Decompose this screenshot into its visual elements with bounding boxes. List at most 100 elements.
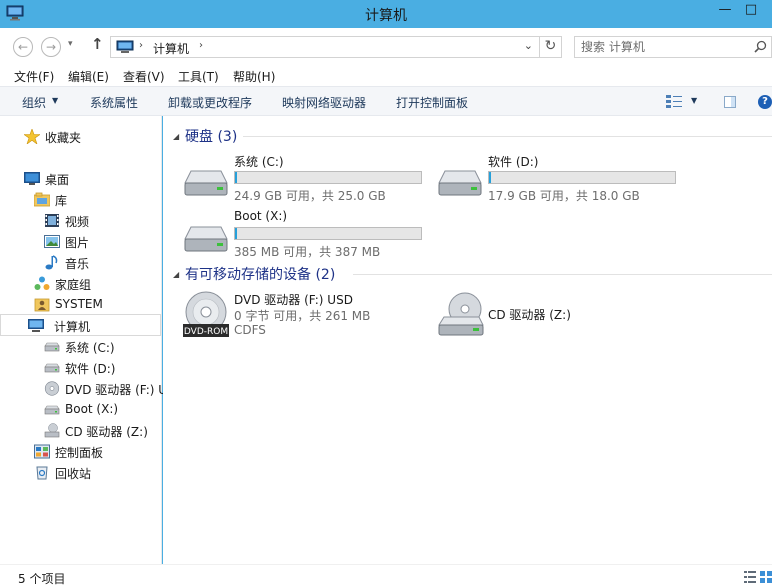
user-folder-icon <box>34 298 50 312</box>
hard-drive-icon <box>44 342 60 352</box>
minimize-button[interactable]: — <box>712 0 738 22</box>
organize-dropdown-arrow[interactable]: ▼ <box>52 96 58 105</box>
drive-name: CD 驱动器 (Z:) <box>488 308 571 322</box>
forward-button[interactable]: → <box>41 37 61 57</box>
nav-label: 视频 <box>65 215 90 229</box>
nav-drive-d[interactable]: 软件 (D:) <box>0 357 161 378</box>
nav-label: 音乐 <box>65 257 90 271</box>
drive-name: Boot (X:) <box>234 209 288 223</box>
address-dropdown-button[interactable]: ⌄ <box>524 39 533 52</box>
drive-name: 软件 (D:) <box>488 155 539 169</box>
organize-button[interactable]: 组织 <box>22 94 46 111</box>
nav-pictures[interactable]: 图片 <box>0 231 161 252</box>
menu-tools[interactable]: 工具(T) <box>178 68 219 85</box>
maximize-button[interactable]: □ <box>738 0 764 22</box>
capacity-bar <box>234 171 422 184</box>
nav-drive-x[interactable]: Boot (X:) <box>0 399 161 420</box>
menu-bar: 文件(F) 编辑(E) 查看(V) 工具(T) 帮助(H) <box>0 64 772 86</box>
nav-label: 家庭组 <box>55 278 92 292</box>
computer-icon <box>116 40 134 53</box>
search-icon[interactable] <box>754 40 767 53</box>
drive-space-text: 24.9 GB 可用，共 25.0 GB <box>234 189 386 203</box>
capacity-bar <box>234 227 422 240</box>
group-hard-disks[interactable]: ◢ 硬盘 (3) <box>163 126 772 146</box>
control-panel-icon <box>34 444 50 459</box>
video-icon <box>45 214 59 227</box>
desktop-icon <box>24 172 40 185</box>
nav-computer[interactable]: 计算机 <box>0 314 161 336</box>
command-bar: 组织 ▼ 系统属性 卸载或更改程序 映射网络驱动器 打开控制面板 ▼ ? <box>0 86 772 116</box>
homegroup-icon <box>34 276 50 290</box>
nav-label: 图片 <box>65 236 90 250</box>
hard-drive-icon <box>438 170 482 196</box>
preview-pane-icon[interactable] <box>724 96 736 108</box>
nav-label: Boot (X:) <box>65 402 119 416</box>
system-properties-button[interactable]: 系统属性 <box>90 94 138 111</box>
map-network-drive-button[interactable]: 映射网络驱动器 <box>282 94 366 111</box>
nav-label: 收藏夹 <box>45 131 82 145</box>
drive-filesystem: CDFS <box>234 323 266 337</box>
breadcrumb-computer[interactable]: 计算机 <box>153 40 189 57</box>
nav-label: SYSTEM <box>55 297 103 311</box>
drive-space-text: 17.9 GB 可用，共 18.0 GB <box>488 189 640 203</box>
menu-help[interactable]: 帮助(H) <box>233 68 275 85</box>
content-area: ◢ 硬盘 (3) 系统 (C:) 24.9 GB 可用，共 25.0 GB 软件… <box>163 116 772 564</box>
drive-tile-f[interactable]: DVD-ROM DVD 驱动器 (F:) USD 0 字节 可用，共 261 M… <box>181 291 441 341</box>
search-box[interactable] <box>574 36 772 58</box>
group-divider <box>353 274 772 275</box>
library-icon <box>34 192 50 207</box>
recent-locations-button[interactable]: ▾ <box>68 39 73 49</box>
star-icon <box>24 129 40 144</box>
breadcrumb-separator[interactable]: › <box>139 40 143 51</box>
refresh-button[interactable]: ↻ <box>539 37 561 57</box>
details-view-icon[interactable] <box>744 571 756 583</box>
nav-libraries[interactable]: 库 <box>0 189 161 210</box>
group-removable-devices[interactable]: ◢ 有可移动存储的设备 (2) <box>163 264 772 284</box>
group-title: 有可移动存储的设备 (2) <box>185 267 336 283</box>
drive-tile-d[interactable]: 软件 (D:) 17.9 GB 可用，共 18.0 GB <box>435 153 695 203</box>
nav-label: 库 <box>55 194 68 208</box>
drive-tile-z[interactable]: CD 驱动器 (Z:) <box>435 291 695 341</box>
music-icon <box>45 255 58 270</box>
breadcrumb-separator[interactable]: › <box>199 40 203 51</box>
back-button[interactable]: ← <box>13 37 33 57</box>
capacity-fill <box>235 228 237 239</box>
nav-favorites[interactable]: 收藏夹 <box>0 126 161 147</box>
nav-recycle-bin[interactable]: 回收站 <box>0 462 161 483</box>
hard-drive-icon <box>44 363 60 373</box>
hard-drive-icon <box>184 170 228 196</box>
nav-drive-f[interactable]: DVD 驱动器 (F:) U <box>0 378 167 399</box>
drive-tile-c[interactable]: 系统 (C:) 24.9 GB 可用，共 25.0 GB <box>181 153 441 203</box>
nav-system-user[interactable]: SYSTEM <box>0 294 161 315</box>
nav-label: 软件 (D:) <box>65 362 116 376</box>
address-row: ← → ▾ ↑ › 计算机 › ⌄ ↻ <box>0 28 772 64</box>
search-input[interactable] <box>581 39 741 55</box>
nav-desktop[interactable]: 桌面 <box>0 168 161 189</box>
nav-homegroup[interactable]: 家庭组 <box>0 273 161 294</box>
nav-control-panel[interactable]: 控制面板 <box>0 441 161 462</box>
dvd-rom-label: DVD-ROM <box>184 327 228 337</box>
nav-drive-z[interactable]: CD 驱动器 (Z:) <box>0 420 161 441</box>
uninstall-programs-button[interactable]: 卸载或更改程序 <box>168 94 252 111</box>
nav-music[interactable]: 音乐 <box>0 252 161 273</box>
computer-icon <box>28 319 44 332</box>
capacity-fill <box>489 172 491 183</box>
nav-videos[interactable]: 视频 <box>0 210 161 231</box>
menu-view[interactable]: 查看(V) <box>123 68 165 85</box>
nav-drive-c[interactable]: 系统 (C:) <box>0 336 161 357</box>
nav-label: 桌面 <box>45 173 70 187</box>
drive-name: 系统 (C:) <box>234 155 284 169</box>
up-button[interactable]: ↑ <box>91 35 104 53</box>
collapse-icon[interactable]: ◢ <box>173 270 179 279</box>
large-icons-view-icon[interactable] <box>760 571 772 583</box>
collapse-icon[interactable]: ◢ <box>173 132 179 141</box>
menu-file[interactable]: 文件(F) <box>14 68 54 85</box>
change-view-icon[interactable] <box>666 95 682 109</box>
view-dropdown-arrow[interactable]: ▼ <box>691 96 697 105</box>
drive-tile-x[interactable]: Boot (X:) 385 MB 可用，共 387 MB <box>181 209 441 259</box>
cd-drive-icon <box>438 292 484 336</box>
menu-edit[interactable]: 编辑(E) <box>68 68 109 85</box>
address-bar[interactable]: › 计算机 › ⌄ ↻ <box>110 36 562 58</box>
help-icon[interactable]: ? <box>758 95 772 109</box>
open-control-panel-button[interactable]: 打开控制面板 <box>396 94 468 111</box>
